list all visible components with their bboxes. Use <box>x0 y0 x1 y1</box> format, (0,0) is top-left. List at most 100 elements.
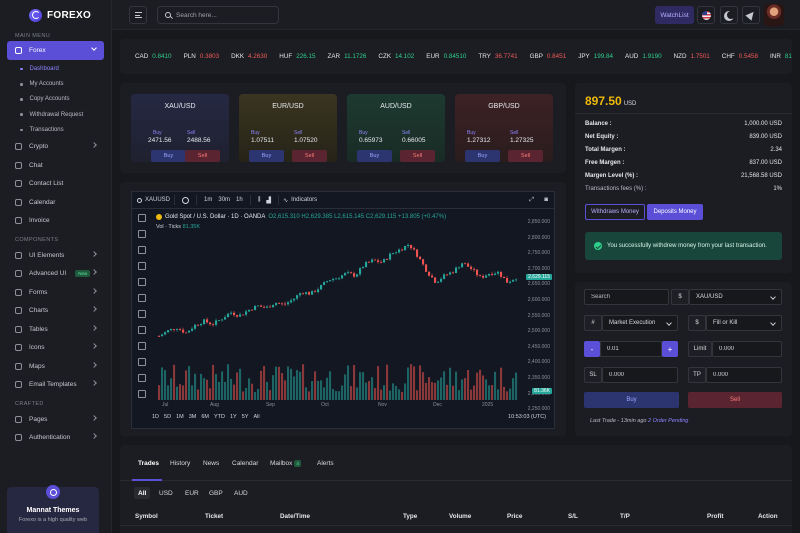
sidebar-item-email-templates[interactable]: Email Templates <box>7 375 104 394</box>
sidebar-item-ui-elements[interactable]: UI Elements <box>7 246 104 265</box>
sell-button[interactable]: Sell <box>400 150 435 162</box>
price-chart[interactable] <box>154 220 524 400</box>
column-header-action[interactable]: Action <box>758 513 778 520</box>
sidebar-item-chat[interactable]: Chat <box>7 156 104 175</box>
sidebar-item-icons[interactable]: Icons <box>7 338 104 357</box>
sell-button[interactable]: Sell <box>508 150 543 162</box>
column-header-profit[interactable]: Profit <box>707 513 723 520</box>
lock-icon[interactable] <box>138 390 146 398</box>
column-header-datetime[interactable]: Date/Time <box>280 513 310 520</box>
buy-button[interactable]: Buy <box>249 150 284 162</box>
order-search-input[interactable] <box>591 294 653 300</box>
bar-style-icon[interactable]: ▟ <box>266 197 271 204</box>
pair-select[interactable]: XAU/USD <box>689 289 782 305</box>
tradingview-widget[interactable]: XAUUSD 1m 30m 1h ⫼ ▟ ∿ Indicators ⤢ ◙ Go… <box>131 191 555 429</box>
limit-field[interactable] <box>712 341 782 357</box>
range-button[interactable]: 6M <box>201 414 209 420</box>
timeframe-1m[interactable]: 1m <box>204 197 212 203</box>
pending-orders-link[interactable]: 2 Order Pending <box>648 418 688 424</box>
range-button[interactable]: YTD <box>214 414 225 420</box>
sidebar-item-forex[interactable]: Forex <box>7 41 104 60</box>
tab-calendar[interactable]: Calendar <box>232 460 258 467</box>
order-buy-button[interactable]: Buy <box>584 392 679 408</box>
tab-mailbox[interactable]: Mailbox 4 <box>270 460 301 467</box>
take-profit-input[interactable] <box>713 372 768 378</box>
column-header-price[interactable]: Price <box>507 513 522 520</box>
notifications-button[interactable] <box>742 6 760 24</box>
brand[interactable]: FOREXO <box>0 0 111 30</box>
sidebar-item-contact-list[interactable]: Contact List <box>7 174 104 193</box>
column-header-sl[interactable]: S/L <box>568 513 578 520</box>
timeframe-30m[interactable]: 30m <box>218 197 230 203</box>
sidebar-item-charts[interactable]: Charts <box>7 301 104 320</box>
filter-all[interactable]: All <box>134 487 151 499</box>
fib-icon[interactable] <box>138 246 146 254</box>
increase-qty-button[interactable]: + <box>662 341 678 357</box>
deposit-button[interactable]: Deposits Money <box>647 204 703 220</box>
sidebar-item-maps[interactable]: Maps <box>7 357 104 376</box>
fill-type-select[interactable]: Fill or Kill <box>706 315 782 331</box>
sidebar-sub-withdrawal-request[interactable]: Withdrawal Request <box>0 107 111 122</box>
quantity-input[interactable] <box>607 346 651 352</box>
sell-button[interactable]: Sell <box>185 150 220 162</box>
watchlist-button[interactable]: WatchList <box>655 6 694 24</box>
filter-usd[interactable]: USD <box>155 487 177 499</box>
decrease-qty-button[interactable]: - <box>584 341 600 357</box>
range-button[interactable]: 1M <box>176 414 184 420</box>
limit-input[interactable] <box>719 346 769 352</box>
range-button[interactable]: 1Y <box>230 414 237 420</box>
emoji-icon[interactable] <box>138 326 146 334</box>
candles-icon[interactable]: ⫼ <box>258 197 261 204</box>
take-profit-field[interactable] <box>706 367 782 383</box>
filter-aud[interactable]: AUD <box>230 487 252 499</box>
buy-button[interactable]: Buy <box>151 150 186 162</box>
sidebar-sub-dashboard[interactable]: Dashboard <box>0 62 111 77</box>
column-header-volume[interactable]: Volume <box>449 513 471 520</box>
ruler-icon[interactable] <box>138 342 146 350</box>
filter-eur[interactable]: EUR <box>181 487 203 499</box>
range-button[interactable]: 3M <box>189 414 197 420</box>
range-button[interactable]: All <box>253 414 259 420</box>
stop-loss-input[interactable] <box>609 372 664 378</box>
buy-button[interactable]: Buy <box>357 150 392 162</box>
range-button[interactable]: 5Y <box>242 414 249 420</box>
pattern-icon[interactable] <box>138 262 146 270</box>
sidebar-sub-transactions[interactable]: Transactions <box>0 122 111 137</box>
fullscreen-icon[interactable]: ⤢ <box>529 197 534 204</box>
symbol-selector[interactable]: XAUUSD <box>137 197 170 203</box>
timeframe-1h[interactable]: 1h <box>236 197 243 203</box>
sidebar-item-invoice[interactable]: Invoice <box>7 211 104 230</box>
magnet-icon[interactable] <box>138 374 146 382</box>
filter-gbp[interactable]: GBP <box>205 487 227 499</box>
brush-icon[interactable] <box>138 294 146 302</box>
sidebar-item-crypto[interactable]: Crypto <box>7 137 104 156</box>
column-header-ticket[interactable]: Ticket <box>205 513 223 520</box>
sidebar-item-pages[interactable]: Pages <box>7 410 104 429</box>
sidebar-item-tables[interactable]: Tables <box>7 320 104 339</box>
order-sell-button[interactable]: Sell <box>688 392 782 408</box>
language-button[interactable] <box>697 6 715 24</box>
column-header-type[interactable]: Type <box>403 513 417 520</box>
withdraw-button[interactable]: Withdraws Money <box>585 204 645 220</box>
tab-alerts[interactable]: Alerts <box>317 460 334 467</box>
execution-select[interactable]: Market Execution <box>602 315 678 331</box>
stop-loss-field[interactable] <box>602 367 678 383</box>
search-input[interactable] <box>176 11 271 19</box>
range-button[interactable]: 1D <box>152 414 159 420</box>
trendline-icon[interactable] <box>138 230 146 238</box>
crosshair-icon[interactable] <box>138 214 146 222</box>
indicators-button[interactable]: ∿ Indicators <box>283 197 317 204</box>
column-header-tp[interactable]: T/P <box>620 513 630 520</box>
sidebar-item-forms[interactable]: Forms <box>7 283 104 302</box>
quantity-field[interactable] <box>600 341 662 357</box>
search-box[interactable] <box>157 6 279 24</box>
tab-history[interactable]: History <box>170 460 190 467</box>
sidebar-item-advanced-ui[interactable]: Advanced UI New <box>7 264 104 283</box>
sidebar-item-authentication[interactable]: Authentication <box>7 428 104 447</box>
order-search-field[interactable] <box>584 289 669 305</box>
tab-trades[interactable]: Trades <box>138 460 159 467</box>
sidebar-sub-my-accounts[interactable]: My Accounts <box>0 77 111 92</box>
buy-button[interactable]: Buy <box>465 150 500 162</box>
menu-toggle-button[interactable] <box>129 6 147 24</box>
column-header-symbol[interactable]: Symbol <box>135 513 158 520</box>
